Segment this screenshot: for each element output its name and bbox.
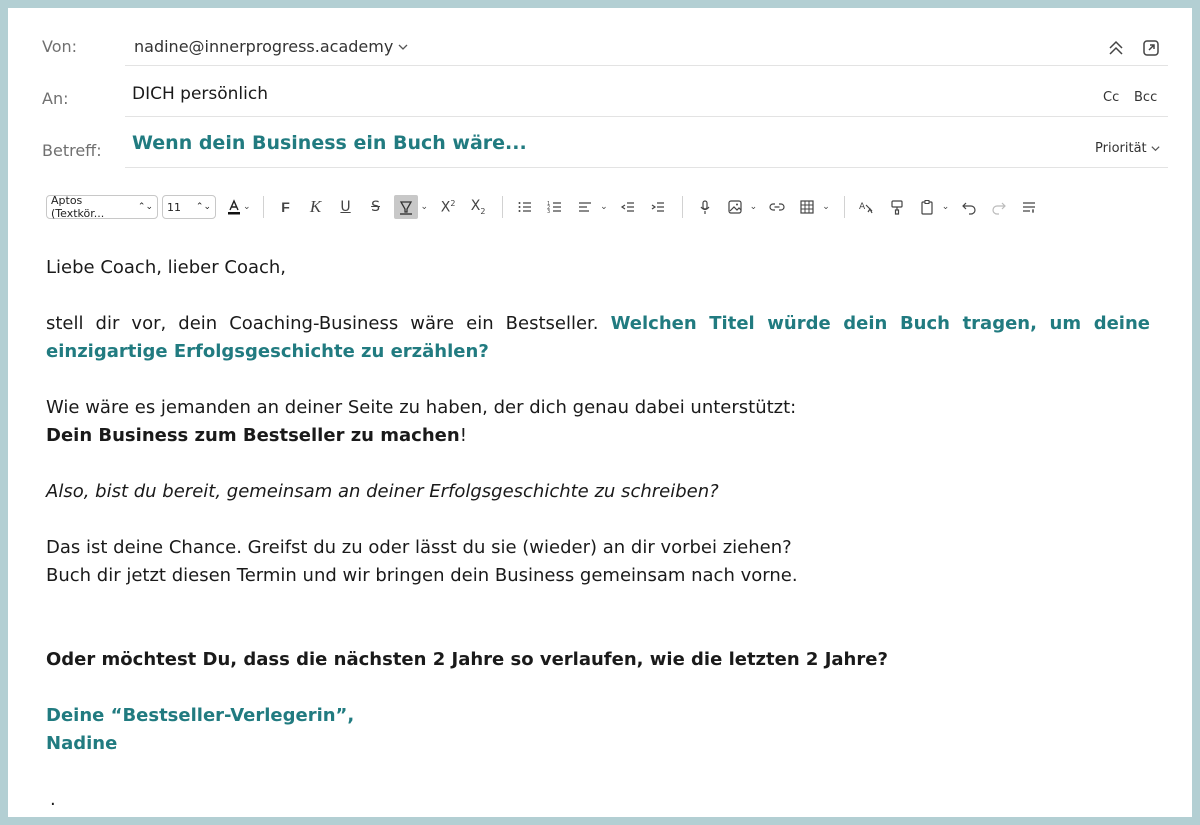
insert-link-button[interactable] [765, 195, 789, 219]
paragraph-intro: stell dir vor, dein Coaching-Business wä… [46, 310, 1150, 366]
outdent-icon [620, 202, 634, 212]
signature-name: Nadine [46, 733, 118, 754]
font-family-select[interactable]: Aptos (Textkör... ⌃⌄ [46, 194, 158, 220]
link-icon [769, 203, 785, 211]
align-left-icon [579, 202, 592, 212]
chevron-down-icon[interactable]: ⌄ [822, 202, 830, 212]
spellcheck-icon: A [859, 202, 873, 214]
stepper-icon: ⌃⌄ [195, 202, 211, 212]
underline-button[interactable]: U [334, 195, 358, 219]
increase-indent-button[interactable] [646, 195, 670, 219]
greeting: Liebe Coach, lieber Coach, [46, 257, 287, 278]
paragraph-support: Wie wäre es jemanden an deiner Seite zu … [46, 397, 797, 418]
formatting-toolbar: Aptos (Textkör... ⌃⌄ 11 ⌃⌄ ⌄ F K U S ⌄ X… [46, 194, 1152, 220]
bullet-list-button[interactable] [513, 195, 537, 219]
chevron-down-icon[interactable]: ⌄ [942, 202, 950, 212]
from-address: nadine@innerprogress.academy [134, 37, 394, 56]
redo-button[interactable] [987, 195, 1011, 219]
toolbar-divider [502, 196, 504, 218]
collapse-header-icon[interactable] [1106, 38, 1126, 58]
chevron-down-icon[interactable]: ⌄ [600, 202, 608, 212]
intro-text: stell dir vor, dein Coaching-Business wä… [46, 313, 611, 334]
insert-picture-button[interactable] [723, 195, 747, 219]
font-size-select[interactable]: 11 ⌃⌄ [162, 195, 216, 219]
header-divider [125, 65, 1168, 66]
more-options-button[interactable] [1017, 195, 1041, 219]
chevron-down-icon [1151, 146, 1160, 152]
paragraph-support-bold: Dein Business zum Bestseller zu machen! [46, 422, 1150, 450]
bestseller-claim: Dein Business zum Bestseller zu machen [46, 425, 460, 446]
from-label: Von: [42, 37, 78, 56]
bcc-button[interactable]: Bcc [1134, 90, 1157, 105]
paragraph-closing-question: Oder möchtest Du, dass die nächsten 2 Ja… [46, 649, 888, 670]
chevron-down-icon [398, 44, 408, 50]
decrease-indent-button[interactable] [616, 195, 640, 219]
chevron-down-icon: ⌄ [243, 202, 251, 212]
align-button[interactable] [573, 195, 597, 219]
subject-label: Betreff: [42, 141, 102, 160]
font-size-value: 11 [167, 200, 181, 214]
paragraph-chance-line2: Buch dir jetzt diesen Termin und wir bri… [46, 565, 798, 586]
chevron-down-icon[interactable]: ⌄ [750, 202, 758, 212]
svg-text:3: 3 [547, 209, 550, 215]
highlighter-icon [399, 201, 412, 215]
header-divider [125, 167, 1168, 168]
subscript-icon: X2 [470, 198, 486, 216]
insert-table-button[interactable] [795, 195, 819, 219]
bold-button[interactable]: F [274, 195, 298, 219]
indent-icon [651, 202, 664, 212]
email-body[interactable]: Liebe Coach, lieber Coach, stell dir vor… [46, 254, 1150, 814]
from-account-selector[interactable]: nadine@innerprogress.academy [134, 37, 409, 56]
font-color-button[interactable]: ⌄ [226, 195, 251, 219]
microphone-icon [700, 200, 710, 214]
exclamation: ! [459, 425, 467, 446]
paste-button[interactable] [915, 195, 939, 219]
to-field[interactable]: DICH persönlich [132, 84, 268, 104]
bullet-list-icon [518, 202, 532, 212]
signature-line1: Deine “Bestseller-Verlegerin”, [46, 705, 355, 726]
toolbar-divider [262, 196, 264, 218]
toolbar-divider [843, 196, 845, 218]
toolbar-divider [681, 196, 683, 218]
header-divider [125, 116, 1168, 117]
numbered-list-icon: 123 [547, 201, 562, 215]
superscript-button[interactable]: X2 [436, 195, 460, 219]
subscript-button[interactable]: X2 [466, 195, 490, 219]
format-painter-button[interactable] [885, 195, 909, 219]
paragraph-chance-line1: Das ist deine Chance. Greifst du zu oder… [46, 537, 792, 558]
numbered-list-button[interactable]: 123 [543, 195, 567, 219]
pop-out-icon[interactable] [1141, 38, 1161, 58]
font-family-value: Aptos (Textkör... [51, 194, 105, 220]
image-icon [728, 200, 742, 214]
cc-button[interactable]: Cc [1103, 90, 1119, 105]
strikethrough-button[interactable]: S [364, 195, 388, 219]
to-label: An: [42, 89, 69, 108]
clipboard-icon [921, 200, 933, 215]
format-painter-icon [891, 200, 903, 215]
chevron-down-icon[interactable]: ⌄ [421, 202, 429, 212]
undo-icon [962, 202, 976, 215]
stepper-icon: ⌃⌄ [137, 202, 153, 212]
trailing-dot: . [50, 789, 56, 810]
font-color-icon [228, 199, 240, 215]
spelling-button[interactable]: A [855, 195, 879, 219]
paragraph-question: Also, bist du bereit, gemeinsam an deine… [46, 481, 719, 502]
priority-dropdown[interactable]: Priorität [1095, 141, 1161, 156]
redo-icon [992, 202, 1007, 215]
highlight-button[interactable] [393, 195, 418, 219]
table-icon [800, 200, 814, 214]
svg-text:A: A [859, 202, 866, 212]
italic-button[interactable]: K [304, 195, 328, 219]
priority-label: Priorität [1095, 141, 1147, 156]
superscript-icon: X2 [440, 198, 456, 216]
dictate-button[interactable] [693, 195, 717, 219]
subject-field[interactable]: Wenn dein Business ein Buch wäre... [132, 132, 527, 154]
undo-button[interactable] [957, 195, 981, 219]
email-compose-window: Von: nadine@innerprogress.academy An: DI… [8, 8, 1192, 817]
overflow-icon [1023, 202, 1036, 213]
